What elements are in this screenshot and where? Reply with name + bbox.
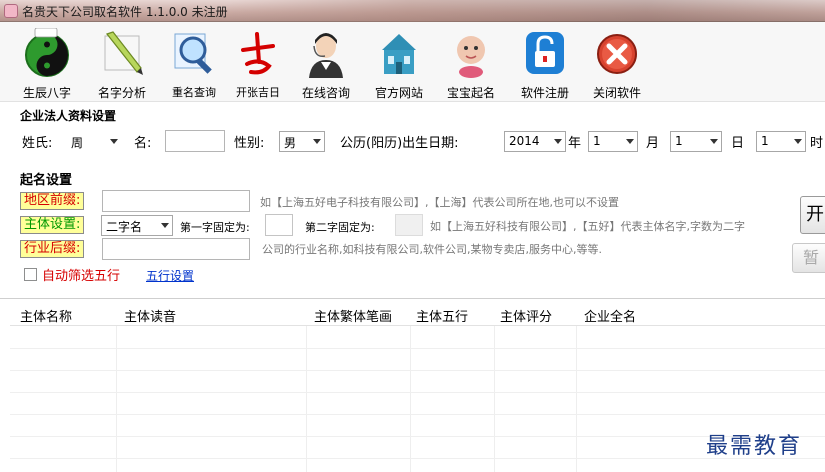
birth-year-value: 2014 <box>509 134 540 148</box>
grid-line <box>10 458 825 459</box>
pause-button[interactable]: 暂 <box>792 243 825 273</box>
year-unit-label: 年 <box>568 136 582 151</box>
grid-line <box>10 392 825 393</box>
industry-hint: 公司的行业名称,如科技有限公司,软件公司,某物专卖店,服务中心,等等. <box>262 243 602 256</box>
tool-label: 开张吉日 <box>236 86 280 99</box>
grid-line <box>10 414 825 415</box>
surname-label: 姓氏: <box>22 136 53 151</box>
given-name-input[interactable] <box>165 130 225 152</box>
birth-date-label: 公历(阳历)出生日期: <box>340 136 459 151</box>
birth-day-select[interactable]: 1 <box>670 131 722 152</box>
month-unit-label: 月 <box>646 136 660 151</box>
column-header[interactable]: 主体五行 <box>416 306 468 325</box>
grid-line <box>10 348 825 349</box>
baby-icon <box>457 36 485 78</box>
birth-hour-select[interactable]: 1 <box>756 131 806 152</box>
tool-duplicate-check-button[interactable]: 重名查询 <box>164 26 224 102</box>
tool-label: 在线咨询 <box>301 86 350 100</box>
birth-hour-value: 1 <box>761 134 769 148</box>
surname-select[interactable]: 周 <box>66 131 122 152</box>
region-hint: 如【上海五好电子科技有限公司】,【上海】代表公司所在地,也可以不设置 <box>260 196 619 209</box>
legal-row: 姓氏: 周 名: 性别: 男 公历(阳历)出生日期: 2014 年 1 月 1 … <box>0 128 825 156</box>
day-unit-label: 日 <box>731 136 745 151</box>
tool-bazi-button[interactable]: 生辰八字 <box>16 26 78 102</box>
gender-select[interactable]: 男 <box>279 131 325 152</box>
chevron-down-icon <box>794 139 802 144</box>
given-name-label: 名: <box>134 136 152 151</box>
gender-value: 男 <box>284 136 297 150</box>
region-prefix-input[interactable] <box>102 190 250 212</box>
tool-label: 宝宝起名 <box>446 86 495 100</box>
title-bar-art <box>230 0 825 22</box>
surname-value: 周 <box>71 136 84 150</box>
building-icon <box>382 34 416 74</box>
auto-filter-label: 自动筛选五行 <box>42 269 121 284</box>
naming-section-title: 起名设置 <box>20 173 73 188</box>
results-grid[interactable]: 主体名称 主体读音 主体繁体笔画 主体五行 主体评分 企业全名 <box>10 302 825 472</box>
subject-length-select[interactable]: 二字名 <box>101 215 173 236</box>
tool-official-site-button[interactable]: 官方网站 <box>364 26 434 102</box>
watermark: 最需教育 <box>706 434 803 459</box>
birth-day-value: 1 <box>675 134 683 148</box>
grid-line <box>10 436 825 437</box>
second-char-fixed-input[interactable] <box>395 214 423 236</box>
first-char-fixed-label: 第一字固定为: <box>180 221 250 234</box>
start-button[interactable]: 开 <box>800 196 825 234</box>
close-circle-icon <box>597 34 637 74</box>
chevron-down-icon <box>110 139 118 144</box>
first-char-fixed-input[interactable] <box>265 214 293 236</box>
tool-label: 软件注册 <box>520 86 569 100</box>
birth-month-value: 1 <box>593 134 601 148</box>
calendar-char-icon <box>241 32 275 75</box>
support-agent-icon <box>309 33 343 78</box>
birth-month-select[interactable]: 1 <box>588 131 638 152</box>
industry-suffix-input[interactable] <box>102 238 250 260</box>
hour-unit-label: 时 <box>810 136 824 151</box>
gender-label: 性别: <box>234 136 265 151</box>
chevron-down-icon <box>626 139 634 144</box>
tool-register-button[interactable]: 软件注册 <box>510 26 580 102</box>
tool-opening-day-button[interactable]: 开张吉日 <box>228 26 288 102</box>
tool-close-app-button[interactable]: 关闭软件 <box>584 26 650 102</box>
chevron-down-icon <box>710 139 718 144</box>
subject-length-value: 二字名 <box>106 220 143 234</box>
tool-online-consult-button[interactable]: 在线咨询 <box>294 26 358 102</box>
wuxing-settings-link[interactable]: 五行设置 <box>146 267 194 284</box>
lock-icon <box>526 32 564 74</box>
second-char-fixed-label: 第二字固定为: <box>305 221 375 234</box>
results-grid-header: 主体名称 主体读音 主体繁体笔画 主体五行 主体评分 企业全名 <box>10 302 825 326</box>
tool-label: 生辰八字 <box>22 86 71 100</box>
tool-label: 名字分析 <box>97 86 146 100</box>
column-header[interactable]: 主体读音 <box>124 306 176 325</box>
column-header[interactable]: 企业全名 <box>584 306 636 325</box>
title-bar: 名贵天下公司取名软件 1.1.0.0 未注册 <box>0 0 825 22</box>
magnifier-icon <box>174 33 212 74</box>
column-header[interactable]: 主体名称 <box>20 306 72 325</box>
chevron-down-icon <box>161 223 169 228</box>
bagua-icon <box>25 28 69 77</box>
tool-label: 关闭软件 <box>592 86 641 100</box>
chevron-down-icon <box>313 139 321 144</box>
section-divider <box>0 298 825 299</box>
tool-label: 重名查询 <box>172 86 216 99</box>
subject-hint: 如【上海五好科技有限公司】,【五好】代表主体名字,字数为二字 <box>430 220 745 233</box>
app-icon <box>4 4 18 18</box>
grid-line <box>10 370 825 371</box>
column-header[interactable]: 主体评分 <box>500 306 552 325</box>
region-prefix-label: 地区前缀: <box>20 192 85 210</box>
window-title: 名贵天下公司取名软件 1.1.0.0 未注册 <box>22 5 228 19</box>
toolbar: 生辰八字 名字分析 重名查询 开张吉日 在线咨询 官方网站 宝宝起名 软件注册 … <box>0 22 825 102</box>
column-header[interactable]: 主体繁体笔画 <box>314 306 392 325</box>
pen-icon <box>104 31 143 75</box>
subject-setting-label: 主体设置: <box>20 216 85 234</box>
auto-filter-checkbox[interactable] <box>24 268 37 281</box>
chevron-down-icon <box>554 139 562 144</box>
industry-suffix-label: 行业后缀: <box>20 240 85 258</box>
tool-baby-naming-button[interactable]: 宝宝起名 <box>438 26 504 102</box>
tool-name-analysis-button[interactable]: 名字分析 <box>84 26 160 102</box>
legal-section-title: 企业法人资料设置 <box>20 109 117 123</box>
tool-label: 官方网站 <box>374 86 423 100</box>
birth-year-select[interactable]: 2014 <box>504 131 566 152</box>
